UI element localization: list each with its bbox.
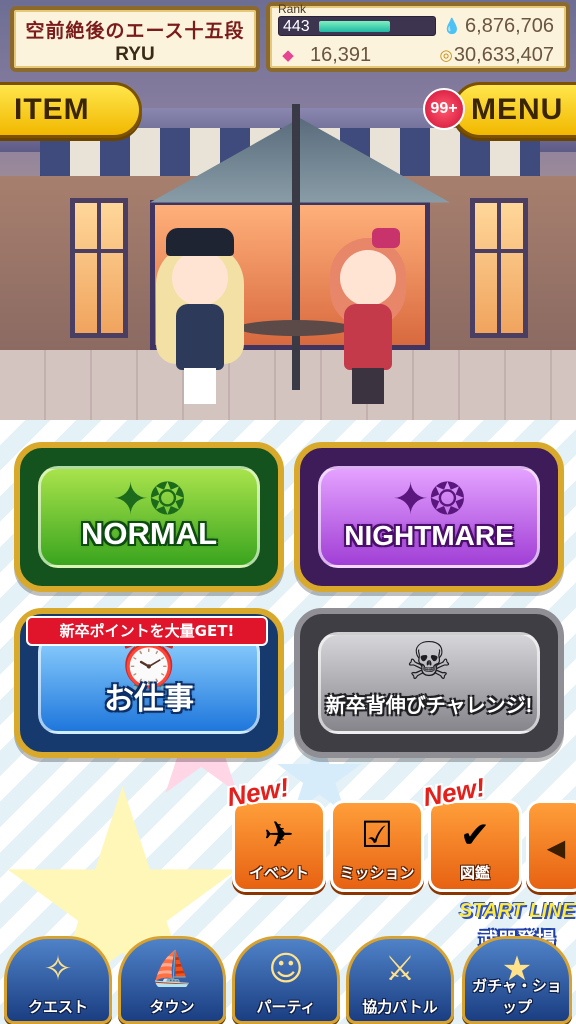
gem-value: 16,391 xyxy=(310,44,372,66)
event-button[interactable]: New! ✈ イベント xyxy=(225,772,326,892)
chevron-left-icon: ◀ xyxy=(546,834,566,862)
rank-progress-bar: 443 xyxy=(278,16,436,36)
encyclopedia-label: 図鑑 xyxy=(459,864,490,882)
rank-label: Rank xyxy=(278,2,307,16)
player-title: 空前絶後のエース十五段 xyxy=(25,20,245,42)
water-drop-icon: 💧 xyxy=(442,17,462,35)
challenge-button[interactable]: ☠ 新卒背伸びチャレンジ! xyxy=(294,608,564,758)
event-label: イベント xyxy=(248,864,309,882)
mission-checkbox-icon: ☑ xyxy=(360,815,394,856)
rank-value: 443 xyxy=(283,18,310,35)
dragon-emblem-icon: ✦❂ xyxy=(392,474,466,525)
nav-quest[interactable]: ✧ クエスト xyxy=(4,936,112,1024)
nav-coop-battle-label: 協力バトル xyxy=(362,998,438,1016)
item-button-label: ITEM xyxy=(14,93,90,126)
challenge-label: 新卒背伸びチャレンジ! xyxy=(325,695,533,717)
town-ship-icon: ⛵ xyxy=(150,949,194,989)
profile-panel[interactable]: 空前絶後のエース十五段 RYU xyxy=(10,6,260,72)
skull-icon: ☠ xyxy=(405,632,453,692)
nav-coop-battle[interactable]: ⚔ 協力バトル xyxy=(346,936,454,1024)
more-tiles-button[interactable]: ◀ xyxy=(526,800,576,892)
player-name: RYU xyxy=(115,44,155,65)
nightmare-mode-button[interactable]: ✦❂ NIGHTMARE xyxy=(294,442,564,592)
mission-button[interactable]: ☑ ミッション xyxy=(330,800,424,892)
nav-party[interactable]: ☺ パーティ xyxy=(232,936,340,1024)
window xyxy=(470,198,528,338)
menu-button-label: MENU xyxy=(471,93,564,126)
street-floor xyxy=(0,350,576,420)
shield-sword-icon: ⚔ xyxy=(384,949,416,989)
notification-badge: 99+ xyxy=(423,88,465,130)
parasol-pole xyxy=(292,104,300,390)
item-button[interactable]: ITEM xyxy=(0,82,142,138)
nav-party-label: パーティ xyxy=(256,998,316,1016)
nav-quest-label: クエスト xyxy=(27,998,88,1016)
work-promo-ribbon: 新卒ポイントを大量GET! xyxy=(26,616,268,646)
nav-town-label: タウン xyxy=(149,998,195,1016)
normal-mode-label: NORMAL xyxy=(80,516,218,551)
event-airship-icon: ✈ xyxy=(263,815,295,856)
character-blonde[interactable] xyxy=(150,228,250,404)
nav-town[interactable]: ⛵ タウン xyxy=(118,936,226,1024)
work-label: お仕事 xyxy=(104,683,194,716)
coin-value: 30,633,407 xyxy=(453,44,554,66)
window xyxy=(70,198,128,338)
character-redhead[interactable] xyxy=(318,228,418,404)
stamina-value: 6,876,706 xyxy=(465,15,554,37)
stats-panel: Rank 443 💧 6,876,706 ◆ 16,391 ◎ 30,633,4… xyxy=(266,2,570,72)
party-people-icon: ☺ xyxy=(268,949,304,989)
encyclopedia-button[interactable]: New! ✔ 図鑑 xyxy=(421,772,522,892)
bottom-navigation: ✧ クエスト ⛵ タウン ☺ パーティ ⚔ 協力バトル ★ ガチャ・ショップ xyxy=(0,932,576,1024)
nightmare-mode-label: NIGHTMARE xyxy=(344,520,514,551)
nav-gacha-shop-label: ガチャ・ショップ xyxy=(472,977,562,1016)
diamond-icon: ◆ xyxy=(282,46,294,64)
book-check-icon: ✔ xyxy=(459,815,491,856)
new-tag: New! xyxy=(420,771,488,813)
mission-label: ミッション xyxy=(339,864,415,882)
menu-button[interactable]: MENU xyxy=(452,82,576,138)
rank-progress-fill xyxy=(319,21,390,32)
normal-mode-button[interactable]: ✦❂ NORMAL xyxy=(14,442,284,592)
banner-logo: START LINE xyxy=(459,900,575,922)
nav-gacha-shop[interactable]: ★ ガチャ・ショップ xyxy=(462,936,572,1024)
quest-map-icon: ✧ xyxy=(43,949,73,989)
